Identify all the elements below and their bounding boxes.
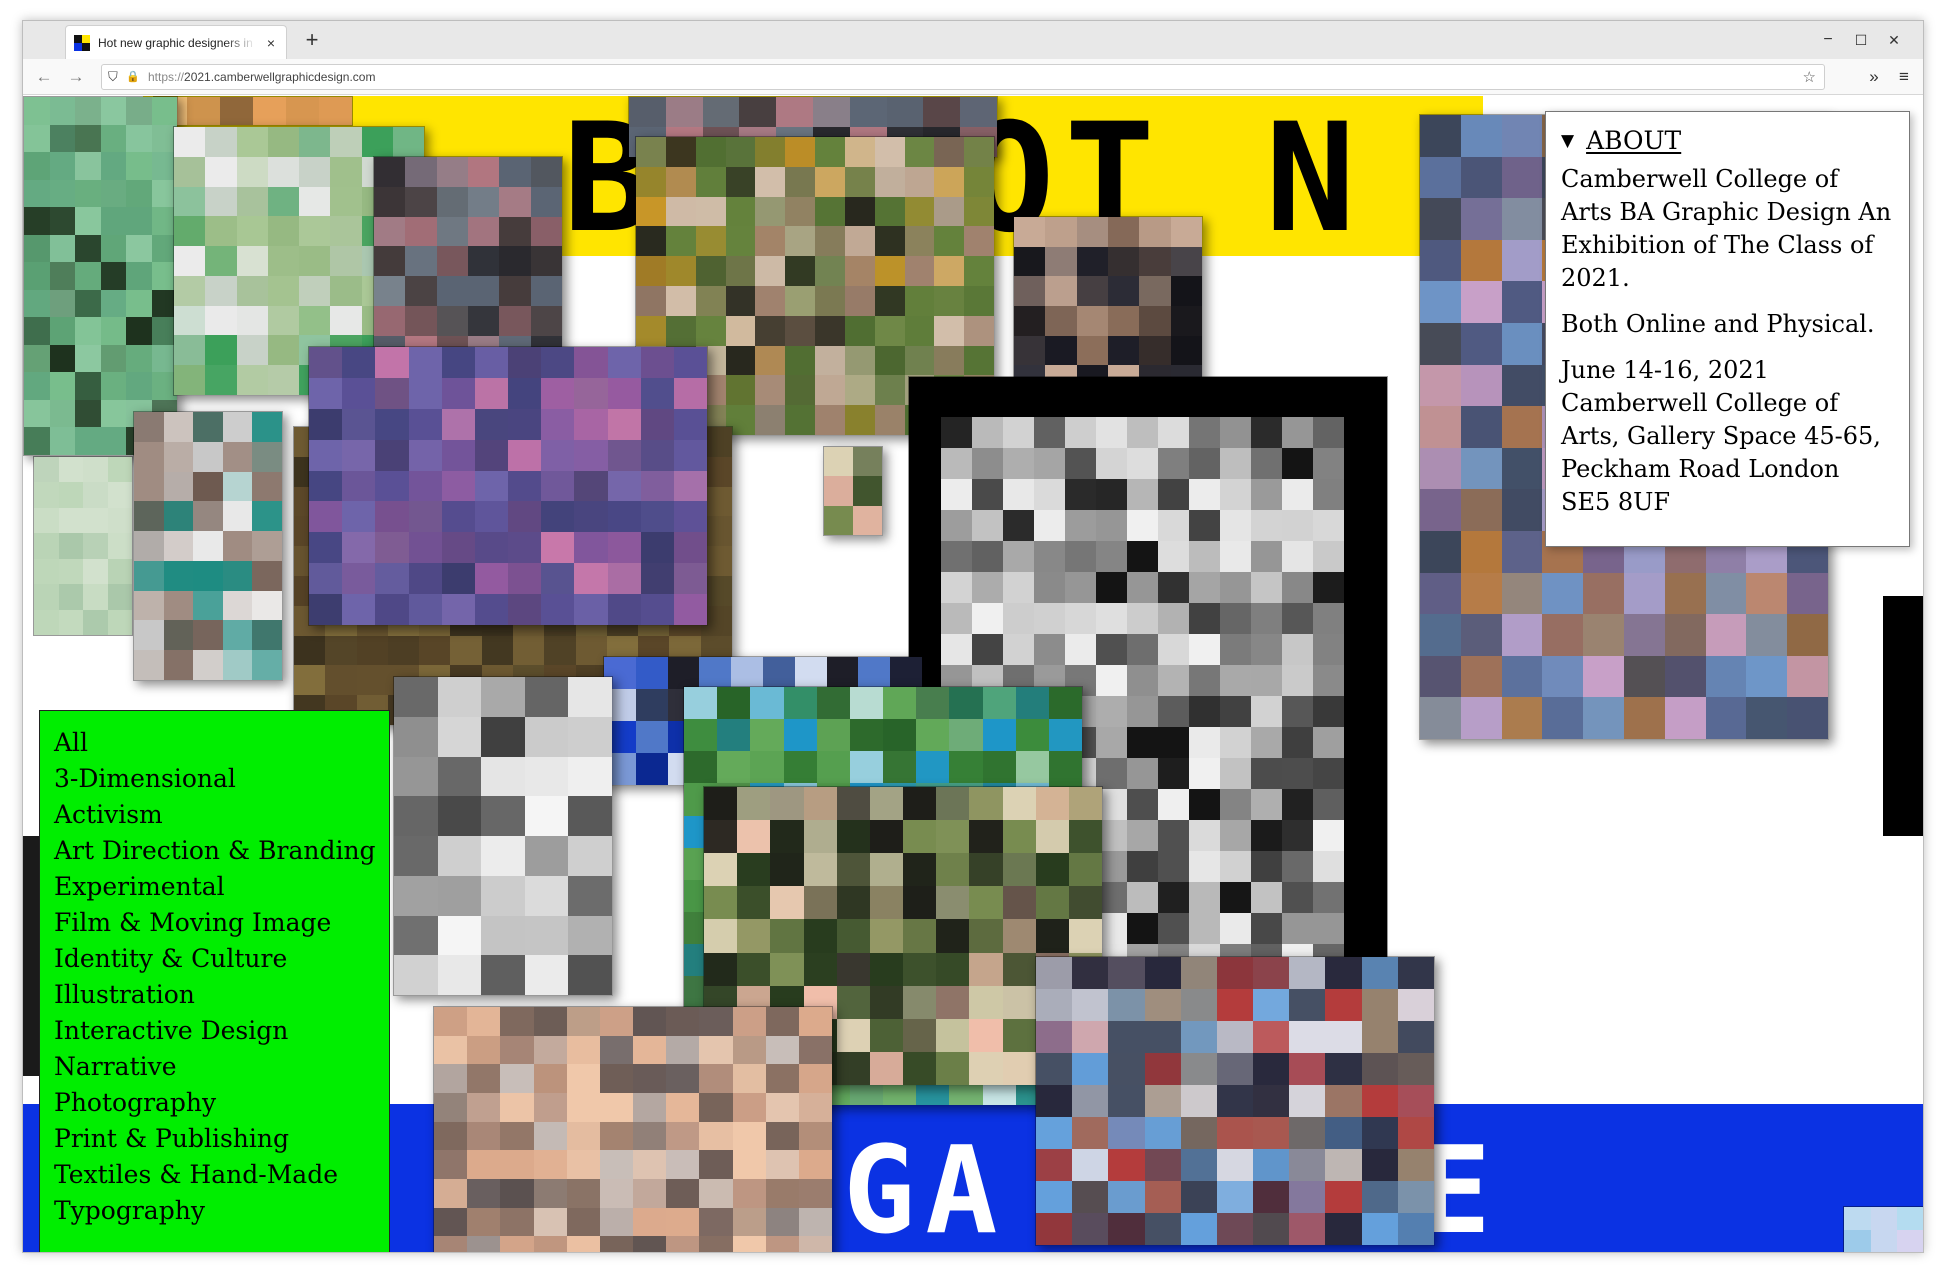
filter-item[interactable]: Interactive Design: [54, 1013, 379, 1049]
navigation-toolbar: ← → ⛉ 🔒 https://2021.camberwellgraphicde…: [23, 59, 1923, 95]
filter-item[interactable]: Textiles & Hand-Made: [54, 1157, 379, 1193]
back-arrow-icon[interactable]: ←: [31, 64, 57, 90]
project-thumbnail[interactable]: [133, 411, 283, 681]
about-format: Both Online and Physical.: [1561, 310, 1875, 338]
filter-item[interactable]: Film & Moving Image: [54, 905, 379, 941]
shield-icon[interactable]: ⛉: [108, 69, 118, 85]
about-link[interactable]: ABOUT: [1586, 126, 1681, 155]
filter-item[interactable]: Identity & Culture: [54, 941, 379, 977]
address-bar[interactable]: ⛉ 🔒 https://2021.camberwellgraphicdesign…: [101, 64, 1825, 90]
browser-tab[interactable]: Hot new graphic designers in your ×: [65, 25, 287, 59]
site-favicon-icon: [74, 34, 90, 51]
minimize-icon[interactable]: −: [1813, 27, 1843, 53]
about-panel: ▼ ABOUT Camberwell College of Arts BA Gr…: [1545, 111, 1910, 547]
new-tab-button[interactable]: +: [299, 27, 325, 53]
left-dark-strip: [23, 836, 39, 1076]
close-window-icon[interactable]: ✕: [1879, 27, 1909, 53]
overflow-chevron-icon[interactable]: »: [1861, 64, 1887, 90]
filter-item[interactable]: Narrative: [54, 1049, 379, 1085]
url-text: https://2021.camberwellgraphicdesign.com: [148, 70, 375, 84]
project-thumbnail[interactable]: [153, 96, 353, 126]
about-venue: June 14-16, 2021 Camberwell College of A…: [1561, 356, 1881, 516]
bookmark-star-icon[interactable]: ☆: [1803, 68, 1816, 86]
about-description: Camberwell College of Arts BA Graphic De…: [1561, 165, 1892, 292]
maximize-icon[interactable]: ☐: [1846, 27, 1876, 53]
filter-list: All 3-Dimensional Activism Art Direction & …: [54, 725, 379, 1229]
filter-item[interactable]: Illustration: [54, 977, 379, 1013]
filter-item[interactable]: Typography: [54, 1193, 379, 1229]
project-thumbnail[interactable]: [33, 456, 133, 636]
browser-window: Hot new graphic designers in your × + − …: [22, 20, 1924, 1253]
filter-item[interactable]: Photography: [54, 1085, 379, 1121]
project-thumbnail[interactable]: [1035, 956, 1435, 1246]
category-filter-panel: All 3-Dimensional Activism Art Direction & …: [39, 710, 390, 1252]
project-thumbnail[interactable]: [1013, 216, 1203, 396]
url-scheme: https://: [148, 70, 185, 84]
filter-item[interactable]: Art Direction & Branding: [54, 833, 379, 869]
disclosure-triangle-icon: ▼: [1561, 130, 1575, 151]
filter-item[interactable]: Experimental: [54, 869, 379, 905]
project-thumbnail[interactable]: [23, 96, 178, 456]
menu-hamburger-icon[interactable]: ≡: [1891, 64, 1917, 90]
project-thumbnail[interactable]: [823, 446, 883, 536]
about-toggle[interactable]: ▼ ABOUT: [1561, 126, 1893, 155]
tab-strip: Hot new graphic designers in your × + − …: [23, 21, 1923, 59]
filter-item[interactable]: 3-Dimensional: [54, 761, 379, 797]
lock-icon[interactable]: 🔒: [126, 70, 140, 83]
project-thumbnail[interactable]: [308, 346, 708, 626]
page-viewport: BE HOT N GA SPACE ▼ ABOUT Camberwell Col…: [23, 96, 1923, 1252]
filter-item[interactable]: All: [54, 725, 379, 761]
project-thumbnail[interactable]: [1843, 1206, 1923, 1252]
filter-item[interactable]: Activism: [54, 797, 379, 833]
filter-item[interactable]: Print & Publishing: [54, 1121, 379, 1157]
tab-title: Hot new graphic designers in your: [98, 35, 256, 50]
url-host: 2021.camberwellgraphicdesign.com: [184, 70, 376, 84]
project-thumbnail[interactable]: [393, 676, 613, 996]
forward-arrow-icon[interactable]: →: [63, 64, 89, 90]
edge-dark-strip: [1883, 596, 1923, 836]
project-thumbnail[interactable]: [433, 1006, 833, 1252]
tab-close-icon[interactable]: ×: [264, 35, 278, 51]
